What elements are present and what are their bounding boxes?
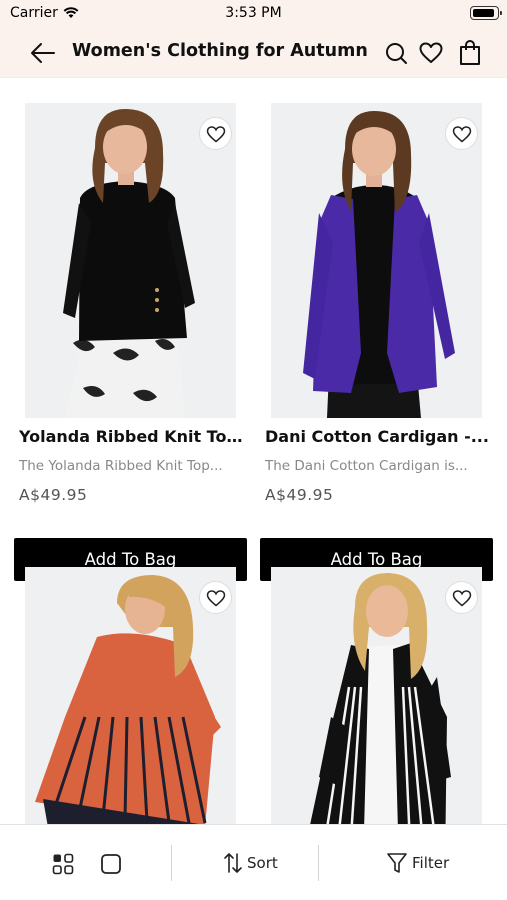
filter-icon (387, 853, 407, 873)
filter-button[interactable]: Filter (386, 849, 449, 877)
product-image[interactable] (25, 103, 236, 418)
bottom-toolbar: Sort Filter (0, 824, 507, 900)
product-image[interactable] (271, 103, 482, 418)
sort-button[interactable]: Sort (223, 849, 278, 877)
battery-icon (470, 6, 502, 20)
status-time: 3:53 PM (225, 5, 282, 21)
product-image[interactable] (25, 567, 236, 824)
page-title: Women's Clothing for Autumn (72, 41, 368, 61)
single-view-icon[interactable] (100, 853, 122, 875)
search-icon[interactable] (383, 39, 409, 67)
sort-label: Sort (247, 854, 278, 872)
heart-icon (452, 125, 471, 142)
filter-label: Filter (412, 854, 450, 872)
product-photo (271, 103, 482, 418)
favorite-button[interactable] (445, 117, 478, 150)
app-header: Women's Clothing for Autumn (0, 28, 507, 78)
toolbar-divider (318, 845, 319, 881)
favorite-button[interactable] (199, 581, 232, 614)
heart-icon (452, 589, 471, 606)
grid-view-icon[interactable] (52, 853, 74, 875)
product-name[interactable]: Dani Cotton Cardigan -... (265, 427, 490, 446)
sort-icon (224, 853, 242, 873)
heart-icon (206, 589, 225, 606)
favorite-button[interactable] (445, 581, 478, 614)
product-photo (25, 103, 236, 418)
favorite-button[interactable] (199, 117, 232, 150)
product-price: A$49.95 (19, 486, 88, 504)
shopping-bag-icon[interactable] (457, 39, 483, 67)
toolbar-divider (171, 845, 172, 881)
heart-icon (206, 125, 225, 142)
back-arrow-icon[interactable] (28, 39, 58, 67)
product-description: The Yolanda Ribbed Knit Top... (19, 458, 223, 474)
product-image[interactable] (271, 567, 482, 824)
status-bar: Carrier 3:53 PM (0, 0, 507, 28)
product-price: A$49.95 (265, 486, 334, 504)
product-grid: Yolanda Ribbed Knit Top... The Yolanda R… (0, 78, 507, 824)
heart-icon[interactable] (418, 39, 444, 67)
product-name[interactable]: Yolanda Ribbed Knit Top... (19, 427, 244, 446)
product-description: The Dani Cotton Cardigan is... (265, 458, 468, 474)
